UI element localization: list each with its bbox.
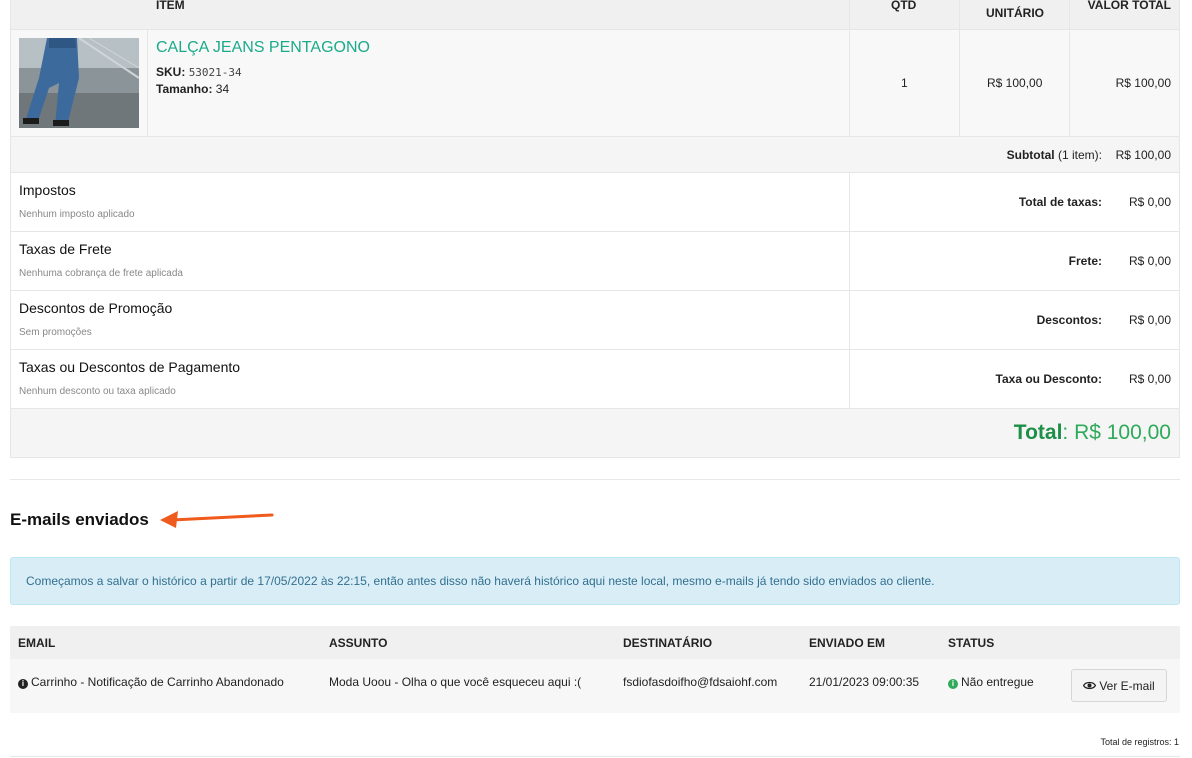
- fee-row-taxes: Impostos Nenhum imposto aplicado Total d…: [11, 173, 1179, 232]
- column-divider: [959, 0, 960, 30]
- size-value: 34: [215, 82, 230, 96]
- order-total: Total: R$ 100,00: [1013, 421, 1171, 444]
- fee-description: Nenhum imposto aplicado: [19, 209, 135, 220]
- fee-row-payment: Taxas ou Descontos de Pagamento Nenhum d…: [11, 350, 1179, 409]
- header-email: EMAIL: [18, 636, 56, 650]
- fee-value: R$ 0,00: [1128, 313, 1171, 327]
- header-unit-price: UNITÁRIO: [986, 6, 1044, 20]
- product-sku: SKU: 53021-34: [156, 65, 242, 79]
- fee-label: Frete:: [1068, 254, 1102, 268]
- total-row: Total: R$ 100,00: [11, 409, 1179, 457]
- sku-label: SKU:: [156, 65, 186, 79]
- order-item-row: CALÇA JEANS PENTAGONO SKU: 53021-34 Tama…: [11, 30, 1179, 137]
- divider: [10, 479, 1180, 480]
- subtotal-label: Subtotal: [1006, 148, 1055, 162]
- orange-arrow-icon: [160, 511, 274, 528]
- column-divider: [849, 232, 850, 291]
- item-unit-price: R$ 100,00: [987, 76, 1043, 90]
- fee-title: Taxas de Frete: [19, 241, 112, 257]
- column-divider: [147, 30, 148, 137]
- divider: [10, 756, 1180, 757]
- email-status-text: Não entregue: [961, 675, 1034, 689]
- header-total-price: VALOR TOTAL: [1087, 0, 1171, 12]
- header-sent-at: ENVIADO EM: [809, 636, 886, 650]
- email-sent-at: 21/01/2023 09:00:35: [809, 675, 920, 689]
- column-divider: [959, 30, 960, 137]
- fee-title: Taxas ou Descontos de Pagamento: [19, 359, 241, 375]
- fee-description: Nenhuma cobrança de frete aplicada: [19, 268, 183, 279]
- item-total-price: R$ 100,00: [1115, 76, 1171, 90]
- order-items-table: ITEM QTD UNITÁRIO VALOR TOTAL CALÇA JEAN…: [10, 0, 1180, 458]
- sku-value: 53021-34: [188, 66, 242, 79]
- column-divider: [849, 173, 850, 232]
- size-label: Tamanho:: [156, 82, 213, 96]
- fee-label: Total de taxas:: [1018, 195, 1102, 209]
- fee-description: Sem promoções: [19, 327, 92, 338]
- subtotal-label-group: Subtotal (1 item):: [1007, 148, 1102, 162]
- subtotal-row: Subtotal (1 item): R$ 100,00: [11, 137, 1179, 173]
- emails-table-header: EMAIL ASSUNTO DESTINATÁRIO ENVIADO EM ST…: [10, 626, 1180, 659]
- total-value: R$ 100,00: [1074, 421, 1171, 444]
- fee-value: R$ 0,00: [1128, 254, 1171, 268]
- fee-label: Descontos:: [1036, 313, 1102, 327]
- email-type: i Carrinho - Notificação de Carrinho Aban…: [18, 675, 284, 689]
- info-circle-green-icon: i: [948, 679, 958, 689]
- item-qty: 1: [901, 76, 908, 90]
- column-divider: [849, 291, 850, 350]
- table-row: i Carrinho - Notificação de Carrinho Aban…: [10, 659, 1180, 713]
- view-email-button[interactable]: Ver E-mail: [1071, 669, 1167, 702]
- order-table-header: ITEM QTD UNITÁRIO VALOR TOTAL: [11, 0, 1179, 30]
- info-circle-icon: i: [18, 679, 28, 689]
- fee-title: Impostos: [19, 182, 76, 198]
- header-recipient: DESTINATÁRIO: [623, 636, 713, 650]
- column-divider: [849, 350, 850, 409]
- email-type-text: Carrinho - Notificação de Carrinho Aband…: [31, 675, 284, 689]
- total-label: Total: [1013, 421, 1063, 444]
- email-subject: Moda Uoou - Olha o que você esqueceu aqu…: [329, 675, 582, 689]
- column-divider: [849, 30, 850, 137]
- fee-title: Descontos de Promoção: [19, 300, 173, 316]
- column-divider: [1069, 30, 1070, 137]
- emails-table: EMAIL ASSUNTO DESTINATÁRIO ENVIADO EM ST…: [10, 626, 1180, 713]
- header-item: ITEM: [156, 0, 185, 12]
- fee-label: Taxa ou Desconto:: [995, 372, 1102, 386]
- email-status: i Não entregue: [948, 675, 1034, 689]
- fee-row-shipping: Taxas de Frete Nenhuma cobrança de frete…: [11, 232, 1179, 291]
- column-divider: [1069, 0, 1070, 30]
- email-recipient: fsdiofasdoifho@fdsaiohf.com: [623, 675, 778, 689]
- section-title-emails: E-mails enviados: [10, 510, 149, 529]
- product-name-link[interactable]: CALÇA JEANS PENTAGONO: [156, 39, 370, 57]
- subtotal-count: (1 item):: [1057, 148, 1102, 162]
- view-email-label: Ver E-mail: [1099, 678, 1155, 693]
- fee-description: Nenhum desconto ou taxa aplicado: [19, 386, 176, 397]
- subtotal-value: R$ 100,00: [1115, 148, 1171, 162]
- records-count: Total de registros: 1: [1100, 737, 1179, 747]
- product-image[interactable]: [19, 38, 139, 128]
- header-subject: ASSUNTO: [329, 636, 388, 650]
- eye-icon: [1083, 681, 1097, 690]
- product-size: Tamanho: 34: [156, 82, 229, 96]
- header-qty: QTD: [891, 0, 917, 12]
- header-status: STATUS: [948, 636, 995, 650]
- column-divider: [849, 0, 850, 30]
- fee-row-promotions: Descontos de Promoção Sem promoções Desc…: [11, 291, 1179, 350]
- fee-value: R$ 0,00: [1128, 372, 1171, 386]
- fee-value: R$ 0,00: [1128, 195, 1171, 209]
- history-info-alert: Começamos a salvar o histórico a partir …: [10, 557, 1180, 605]
